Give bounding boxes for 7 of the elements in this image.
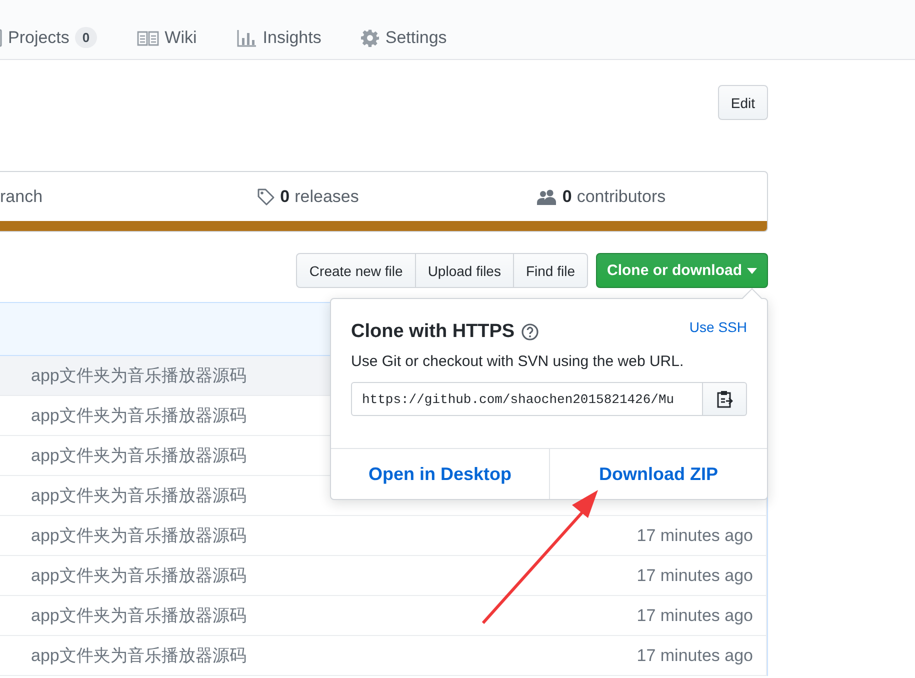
commit-age: 17 minutes ago <box>636 526 753 546</box>
commit-age: 17 minutes ago <box>636 566 753 586</box>
commit-age: 17 minutes ago <box>636 646 753 666</box>
popup-description: Use Git or checkout with SVN using the web URL. <box>351 353 685 370</box>
commit-age: 17 minutes ago <box>636 606 753 626</box>
popup-title: Clone with HTTPS <box>351 321 515 343</box>
tab-counter: 0 <box>75 27 97 48</box>
